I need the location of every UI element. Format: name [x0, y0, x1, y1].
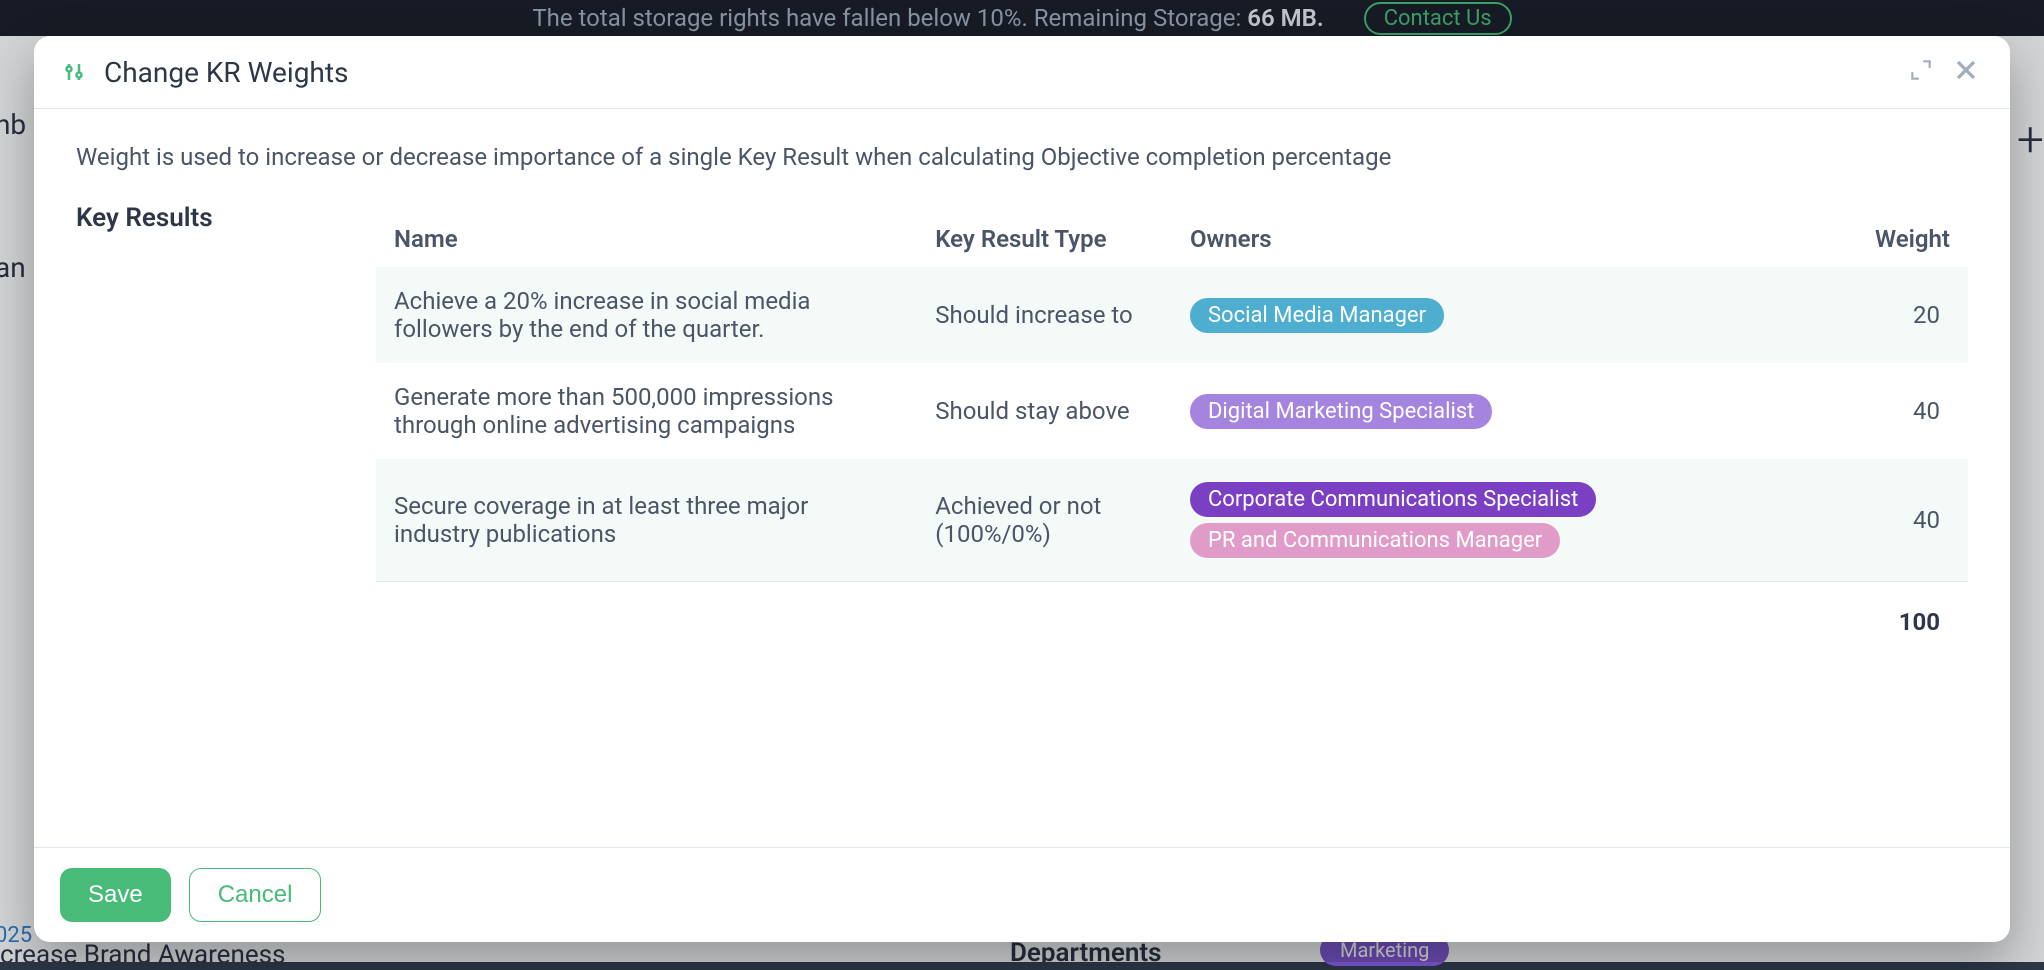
modal-header: Change KR Weights	[34, 36, 2010, 109]
kr-weight[interactable]: 40	[1777, 459, 1968, 582]
column-weight: Weight	[1777, 211, 1968, 267]
table-row: Generate more than 500,000 impressions t…	[376, 363, 1968, 459]
owner-pill[interactable]: Corporate Communications Specialist	[1190, 482, 1596, 517]
owner-pill[interactable]: PR and Communications Manager	[1190, 523, 1560, 558]
expand-icon[interactable]	[1908, 57, 1934, 87]
cancel-button[interactable]: Cancel	[189, 868, 322, 922]
column-type: Key Result Type	[917, 211, 1172, 267]
modal-description: Weight is used to increase or decrease i…	[76, 143, 1968, 171]
kr-type: Should stay above	[917, 363, 1172, 459]
kr-name: Achieve a 20% increase in social media f…	[376, 267, 917, 363]
column-name: Name	[376, 211, 917, 267]
kr-owners: Social Media Manager	[1172, 267, 1777, 363]
modal-footer: Save Cancel	[34, 847, 2010, 942]
kr-name: Generate more than 500,000 impressions t…	[376, 363, 917, 459]
owner-pill[interactable]: Social Media Manager	[1190, 298, 1444, 333]
table-row: Secure coverage in at least three major …	[376, 459, 1968, 582]
table-row: Achieve a 20% increase in social media f…	[376, 267, 1968, 363]
kr-name: Secure coverage in at least three major …	[376, 459, 917, 582]
kr-type: Should increase to	[917, 267, 1172, 363]
kr-weight[interactable]: 40	[1777, 363, 1968, 459]
close-icon[interactable]	[1950, 54, 1982, 90]
total-weight: 100	[1777, 582, 1968, 657]
kr-owners: Corporate Communications Specialist PR an…	[1172, 459, 1777, 582]
change-kr-weights-modal: Change KR Weights Weight is used to incr…	[34, 36, 2010, 942]
sliders-icon	[62, 60, 86, 84]
kr-owners: Digital Marketing Specialist	[1172, 363, 1777, 459]
key-results-table: Name Key Result Type Owners Weight Achie…	[376, 211, 1968, 656]
kr-weight[interactable]: 20	[1777, 267, 1968, 363]
total-row: 100	[376, 582, 1968, 657]
table-header-row: Name Key Result Type Owners Weight	[376, 211, 1968, 267]
modal-title: Change KR Weights	[104, 56, 1908, 89]
column-owners: Owners	[1172, 211, 1777, 267]
owner-pill[interactable]: Digital Marketing Specialist	[1190, 394, 1492, 429]
modal-body: Weight is used to increase or decrease i…	[34, 109, 2010, 847]
save-button[interactable]: Save	[60, 868, 171, 922]
kr-type: Achieved or not (100%/0%)	[917, 459, 1172, 582]
